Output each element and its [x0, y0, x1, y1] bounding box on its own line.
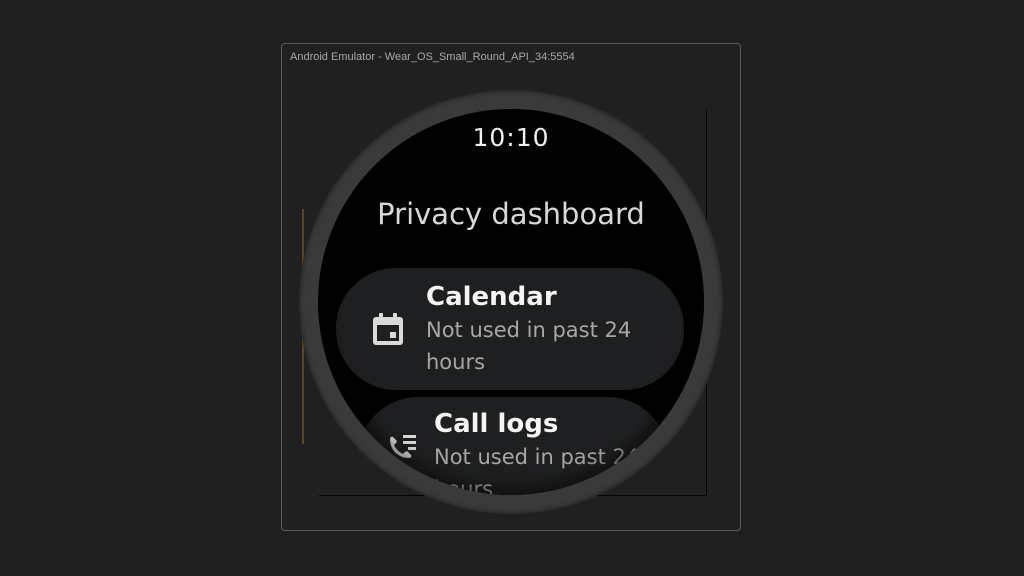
chip-text-call-logs: Call logs Not used in past 24 hours — [434, 407, 664, 495]
permission-chip-calendar[interactable]: Calendar Not used in past 24 hours — [336, 268, 684, 390]
chip-status: Not used in past 24 hours — [434, 445, 640, 495]
page-title: Privacy dashboard — [377, 197, 645, 231]
chip-text-calendar: Calendar Not used in past 24 hours — [426, 280, 666, 378]
permission-chip-call-logs[interactable]: Call logs Not used in past 24 hours — [358, 397, 668, 495]
chip-status: Not used in past 24 hours — [426, 318, 632, 374]
calendar-icon — [373, 313, 403, 345]
call-log-icon — [390, 435, 416, 458]
emulator-window-title: Android Emulator - Wear_OS_Small_Round_A… — [290, 51, 575, 63]
chip-label: Calendar — [426, 282, 557, 312]
chip-label: Call logs — [434, 409, 559, 439]
watch-screen[interactable]: 10:10 Privacy dashboard Calendar Not use… — [318, 109, 704, 495]
status-time: 10:10 — [472, 123, 550, 152]
desktop-background: Android Emulator - Wear_OS_Small_Round_A… — [0, 0, 1024, 576]
